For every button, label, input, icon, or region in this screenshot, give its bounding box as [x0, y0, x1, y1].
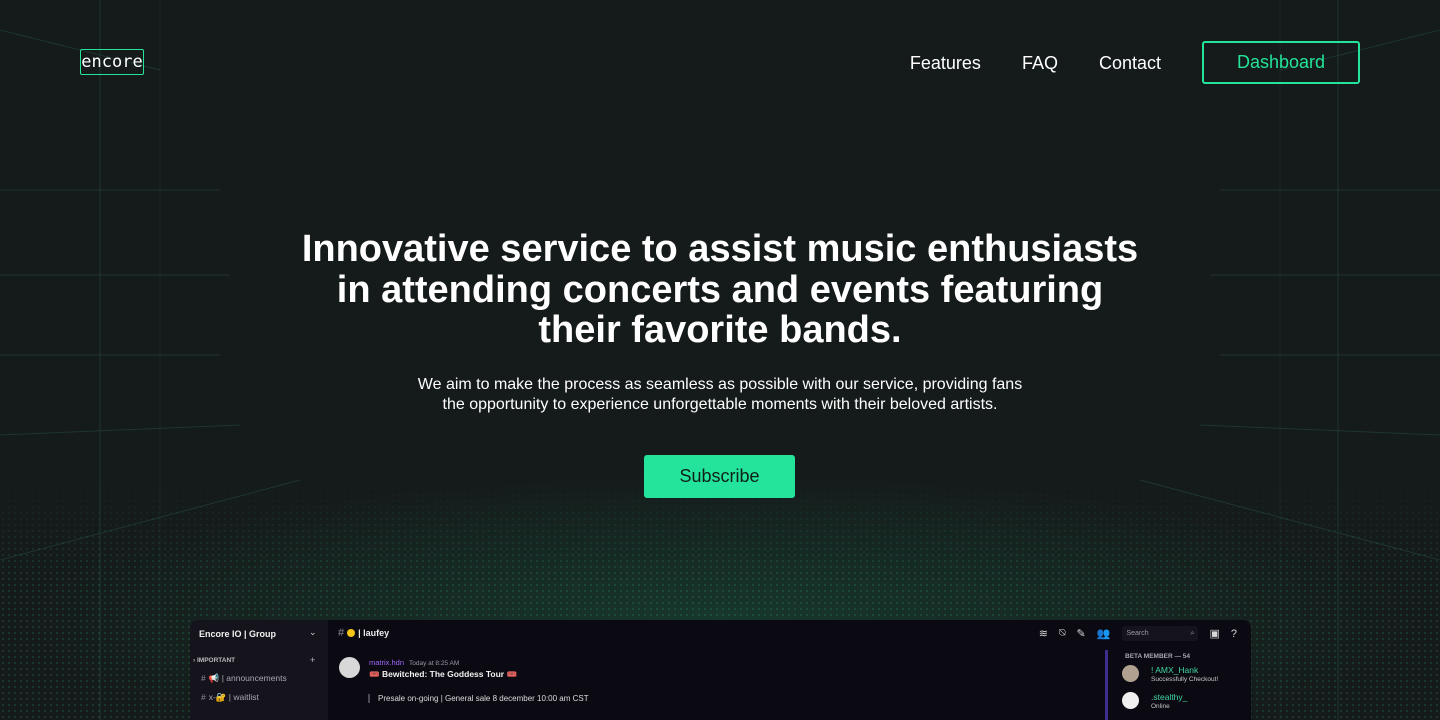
hero-title-line: Innovative service to assist music enthu…	[301, 228, 1139, 270]
member-name[interactable]: ! AMX_Hank	[1151, 665, 1198, 675]
hash-icon: #	[201, 692, 206, 702]
message-author[interactable]: matrix.hdn Today at 8:25 AM	[369, 658, 459, 667]
channel-waitlist[interactable]: # x-🔐 | waitlist	[201, 692, 259, 703]
channel-toolbar: ≋ ⍉ ✎ 👥 Search ⌕ ▣ ?	[1028, 626, 1237, 641]
channel-header: # | laufey	[338, 627, 389, 639]
server-name: Encore IO | Group	[199, 629, 277, 639]
member-status: Successfully Checkout!	[1151, 676, 1219, 683]
nav-link-contact[interactable]: Contact	[1099, 42, 1161, 84]
message-time: Today at 8:25 AM	[409, 660, 460, 667]
lock-icon: 🔐	[215, 692, 227, 702]
hero-title-line: in attending concerts and events featuri…	[336, 268, 1104, 311]
member-status: Online	[1151, 703, 1170, 710]
message-title: 🎟️ Bewitched: The Goddess Tour 🎟️	[369, 669, 518, 679]
chevron-down-icon[interactable]: ⌄	[309, 627, 317, 638]
logo-text: encore	[81, 52, 143, 72]
avatar[interactable]	[1122, 692, 1139, 709]
server-sidebar: Encore IO | Group ⌄ › IMPORTANT + # 📢 | a…	[190, 620, 328, 720]
hash-icon: #	[338, 627, 345, 639]
nav-link-features[interactable]: Features	[910, 42, 981, 84]
emoji-icon	[347, 629, 356, 637]
hero-subtitle: We aim to make the process as seamless a…	[360, 375, 1080, 415]
member-list: BETA MEMBER — 54 ! AMX_Hank Successfully…	[1105, 650, 1251, 720]
threads-icon[interactable]: ≋	[1039, 627, 1048, 640]
members-icon[interactable]: 👥	[1097, 627, 1111, 640]
encore-logo[interactable]: encore	[80, 49, 144, 75]
dashboard-button[interactable]: Dashboard	[1202, 41, 1360, 84]
inbox-icon[interactable]: ▣	[1209, 627, 1219, 640]
author-name[interactable]: matrix.hdn	[369, 658, 404, 667]
current-channel: | laufey	[358, 628, 390, 638]
avatar[interactable]	[339, 657, 360, 678]
search-placeholder: Search	[1126, 630, 1149, 637]
subscribe-button[interactable]: Subscribe	[644, 455, 795, 498]
add-channel-icon[interactable]: +	[310, 655, 315, 665]
member-name[interactable]: .stealthy_	[1151, 692, 1187, 702]
pin-icon[interactable]: ✎	[1077, 627, 1086, 640]
channel-category[interactable]: › IMPORTANT	[193, 657, 235, 664]
category-label: IMPORTANT	[196, 657, 236, 664]
channel-prefix: x-	[208, 692, 216, 702]
megaphone-icon: 📢	[208, 673, 220, 683]
message-body: Presale on-going | General sale 8 decemb…	[368, 694, 589, 703]
search-input[interactable]: Search ⌕	[1122, 626, 1199, 641]
discord-preview: Encore IO | Group ⌄ › IMPORTANT + # 📢 | a…	[190, 620, 1251, 720]
avatar[interactable]	[1122, 665, 1139, 682]
member-group-header: BETA MEMBER — 54	[1125, 653, 1191, 660]
main-nav: Features FAQ Contact Dashboard	[910, 41, 1360, 84]
nav-link-faq[interactable]: FAQ	[1022, 42, 1058, 84]
hero-title-line: their favorite bands.	[538, 309, 902, 351]
mute-bell-icon[interactable]: ⍉	[1059, 627, 1066, 640]
hero-title: Innovative service to assist music enthu…	[220, 229, 1220, 351]
message-title-text: Bewitched: The Goddess Tour	[381, 669, 505, 679]
hero-subtitle-line: We aim to make the process as seamless a…	[417, 376, 1023, 393]
channel-announcements[interactable]: # 📢 | announcements	[201, 673, 287, 684]
channel-label: | announcements	[221, 673, 287, 683]
hero-subtitle-line: the opportunity to experience unforgetta…	[442, 396, 998, 413]
search-icon: ⌕	[1190, 629, 1195, 637]
channel-label: | waitlist	[228, 692, 259, 702]
hash-icon: #	[201, 673, 206, 683]
help-icon[interactable]: ?	[1231, 628, 1237, 640]
